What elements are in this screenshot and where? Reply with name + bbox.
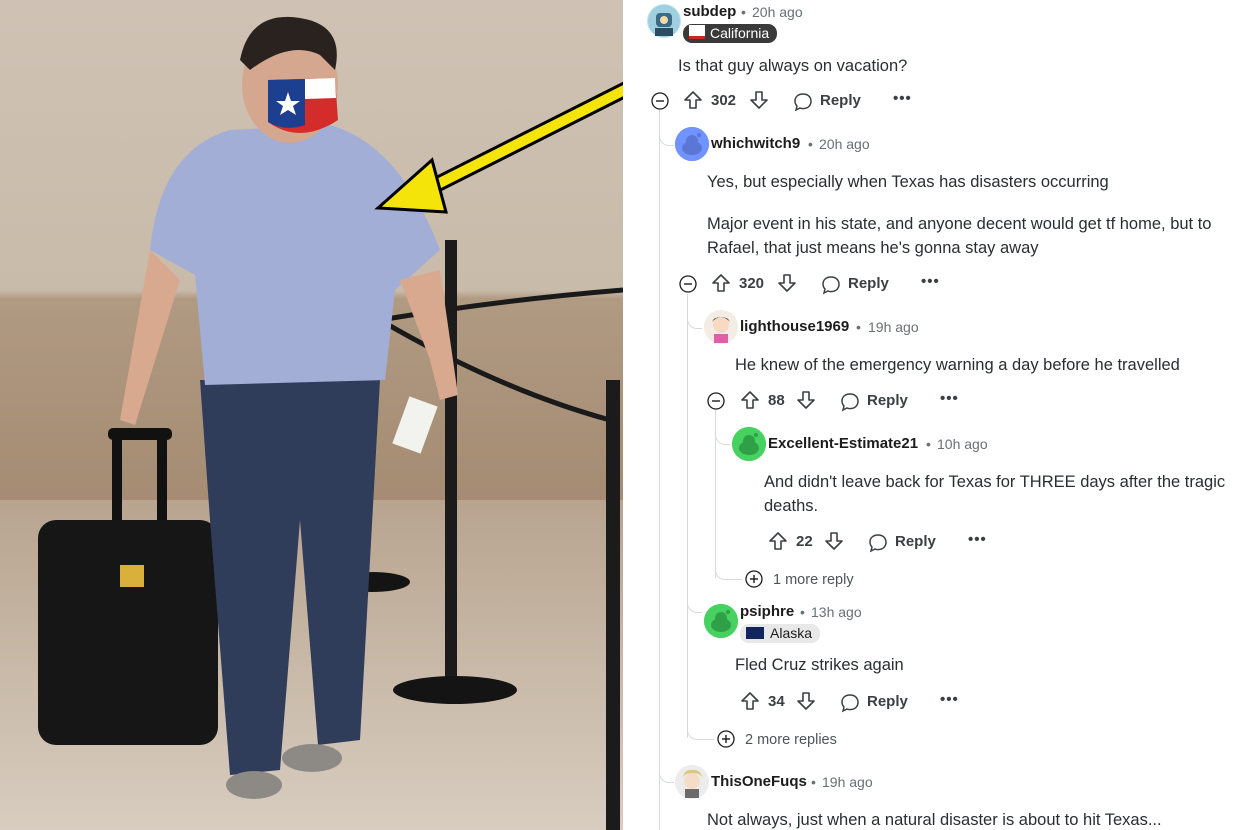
thread-line (659, 110, 660, 830)
upvote-icon[interactable] (740, 390, 760, 410)
comment-actions: 320 Reply ••• (711, 273, 991, 297)
reply-button[interactable]: Reply (848, 273, 889, 295)
more-options-icon[interactable]: ••• (968, 531, 987, 549)
timestamp[interactable]: 20h ago (752, 4, 803, 20)
separator: • (811, 774, 816, 790)
avatar[interactable] (675, 765, 709, 799)
upvote-icon[interactable] (768, 531, 788, 551)
expand-icon[interactable] (745, 570, 763, 588)
comment-body: He knew of the emergency warning a day b… (735, 356, 1180, 374)
comment-body: Major event in his state, and anyone dec… (707, 215, 1212, 233)
comment-body: deaths. (764, 497, 819, 515)
comment-body: Fled Cruz strikes again (735, 656, 904, 674)
upvote-icon[interactable] (683, 90, 703, 110)
vote-count: 88 (768, 392, 785, 409)
upvote-icon[interactable] (740, 691, 760, 711)
username[interactable]: psiphre (740, 603, 794, 620)
downvote-icon[interactable] (749, 90, 769, 110)
comment-body: Not always, just when a natural disaster… (707, 811, 1162, 829)
comment-body: And didn't leave back for Texas for THRE… (764, 473, 1226, 491)
vote-count: 320 (739, 275, 765, 292)
timestamp[interactable]: 19h ago (868, 319, 919, 335)
username[interactable]: lighthouse1969 (740, 318, 849, 335)
comment-actions: 34 Reply ••• (740, 691, 1020, 715)
comment-body: Rafael, that just means he's gonna stay … (707, 239, 1039, 257)
vote-count: 302 (711, 92, 737, 109)
thread-line (687, 294, 688, 738)
timestamp[interactable]: 20h ago (819, 136, 870, 152)
avatar[interactable] (675, 127, 709, 161)
upvote-icon[interactable] (711, 273, 731, 293)
reply-icon[interactable] (821, 275, 841, 295)
more-options-icon[interactable]: ••• (893, 90, 912, 108)
timestamp[interactable]: 13h ago (811, 604, 862, 620)
thread-connector (659, 110, 674, 146)
comment-actions: 302 Reply ••• (683, 90, 963, 114)
avatar[interactable] (732, 427, 766, 461)
comment-body: Is that guy always on vacation? (678, 57, 908, 75)
avatar[interactable] (647, 4, 681, 38)
collapse-icon[interactable] (707, 392, 725, 410)
avatar[interactable] (704, 604, 738, 638)
comment-actions: 22 Reply ••• (768, 531, 1048, 555)
user-flair: California (683, 24, 778, 43)
more-replies-link[interactable]: 2 more replies (745, 731, 837, 749)
news-photo (0, 0, 623, 830)
more-replies-link[interactable]: 1 more reply (773, 571, 854, 589)
comment-thread: subdep • 20h ago California Is that guy … (637, 0, 1245, 830)
downvote-icon[interactable] (796, 390, 816, 410)
downvote-icon[interactable] (824, 531, 844, 551)
user-flair: Alaska (740, 624, 821, 643)
more-options-icon[interactable]: ••• (940, 390, 959, 408)
reply-button[interactable]: Reply (820, 90, 861, 112)
reply-icon[interactable] (793, 92, 813, 112)
timestamp[interactable]: 10h ago (937, 436, 988, 452)
username[interactable]: subdep (683, 3, 736, 20)
username[interactable]: Excellent-Estimate21 (768, 435, 918, 452)
reply-button[interactable]: Reply (867, 691, 908, 713)
thread-connector (687, 294, 702, 329)
expand-icon[interactable] (717, 730, 735, 748)
username[interactable]: ThisOneFuqs (711, 773, 807, 790)
separator: • (800, 604, 805, 620)
alaska-flag-icon (746, 627, 764, 639)
separator: • (741, 4, 746, 20)
reply-button[interactable]: Reply (867, 390, 908, 412)
collapse-icon[interactable] (679, 275, 697, 293)
comment-body: Yes, but especially when Texas has disas… (707, 173, 1109, 191)
flair-label: Alaska (770, 625, 813, 641)
thread-connector (687, 712, 714, 740)
vote-count: 34 (768, 693, 785, 710)
collapse-icon[interactable] (651, 92, 669, 110)
downvote-icon[interactable] (777, 273, 797, 293)
vote-count: 22 (796, 533, 813, 550)
thread-connector (715, 560, 742, 580)
reply-button[interactable]: Reply (895, 531, 936, 553)
thread-connector (659, 740, 674, 783)
thread-connector (715, 410, 730, 445)
reply-icon[interactable] (840, 392, 860, 412)
photo-illustration (0, 0, 623, 830)
panel-divider (623, 0, 637, 830)
more-options-icon[interactable]: ••• (921, 273, 940, 291)
reply-icon[interactable] (840, 693, 860, 713)
avatar[interactable] (704, 310, 738, 344)
reply-icon[interactable] (868, 533, 888, 553)
timestamp[interactable]: 19h ago (822, 774, 873, 790)
separator: • (856, 319, 861, 335)
thread-connector (687, 600, 702, 613)
separator: • (926, 436, 931, 452)
flair-label: California (710, 25, 770, 41)
more-options-icon[interactable]: ••• (940, 691, 959, 709)
comment-actions: 88 Reply ••• (740, 390, 1020, 414)
username[interactable]: whichwitch9 (711, 135, 800, 152)
separator: • (808, 136, 813, 152)
downvote-icon[interactable] (796, 691, 816, 711)
california-flag-icon (689, 25, 705, 39)
